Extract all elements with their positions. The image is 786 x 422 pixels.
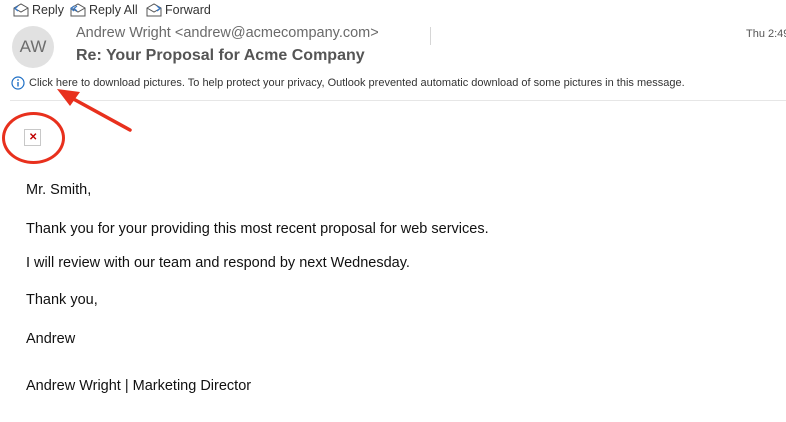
closing-line: Thank you,: [26, 292, 98, 308]
signature-line: Andrew Wright | Marketing Director: [26, 378, 252, 394]
body-line-2: I will review with our team and respond …: [26, 255, 410, 271]
signoff-line: Andrew: [26, 331, 76, 347]
annotation-arrow: [57, 89, 132, 132]
greeting-line: Mr. Smith,: [26, 182, 92, 198]
body-line-1: Thank you for your providing this most r…: [26, 221, 489, 237]
